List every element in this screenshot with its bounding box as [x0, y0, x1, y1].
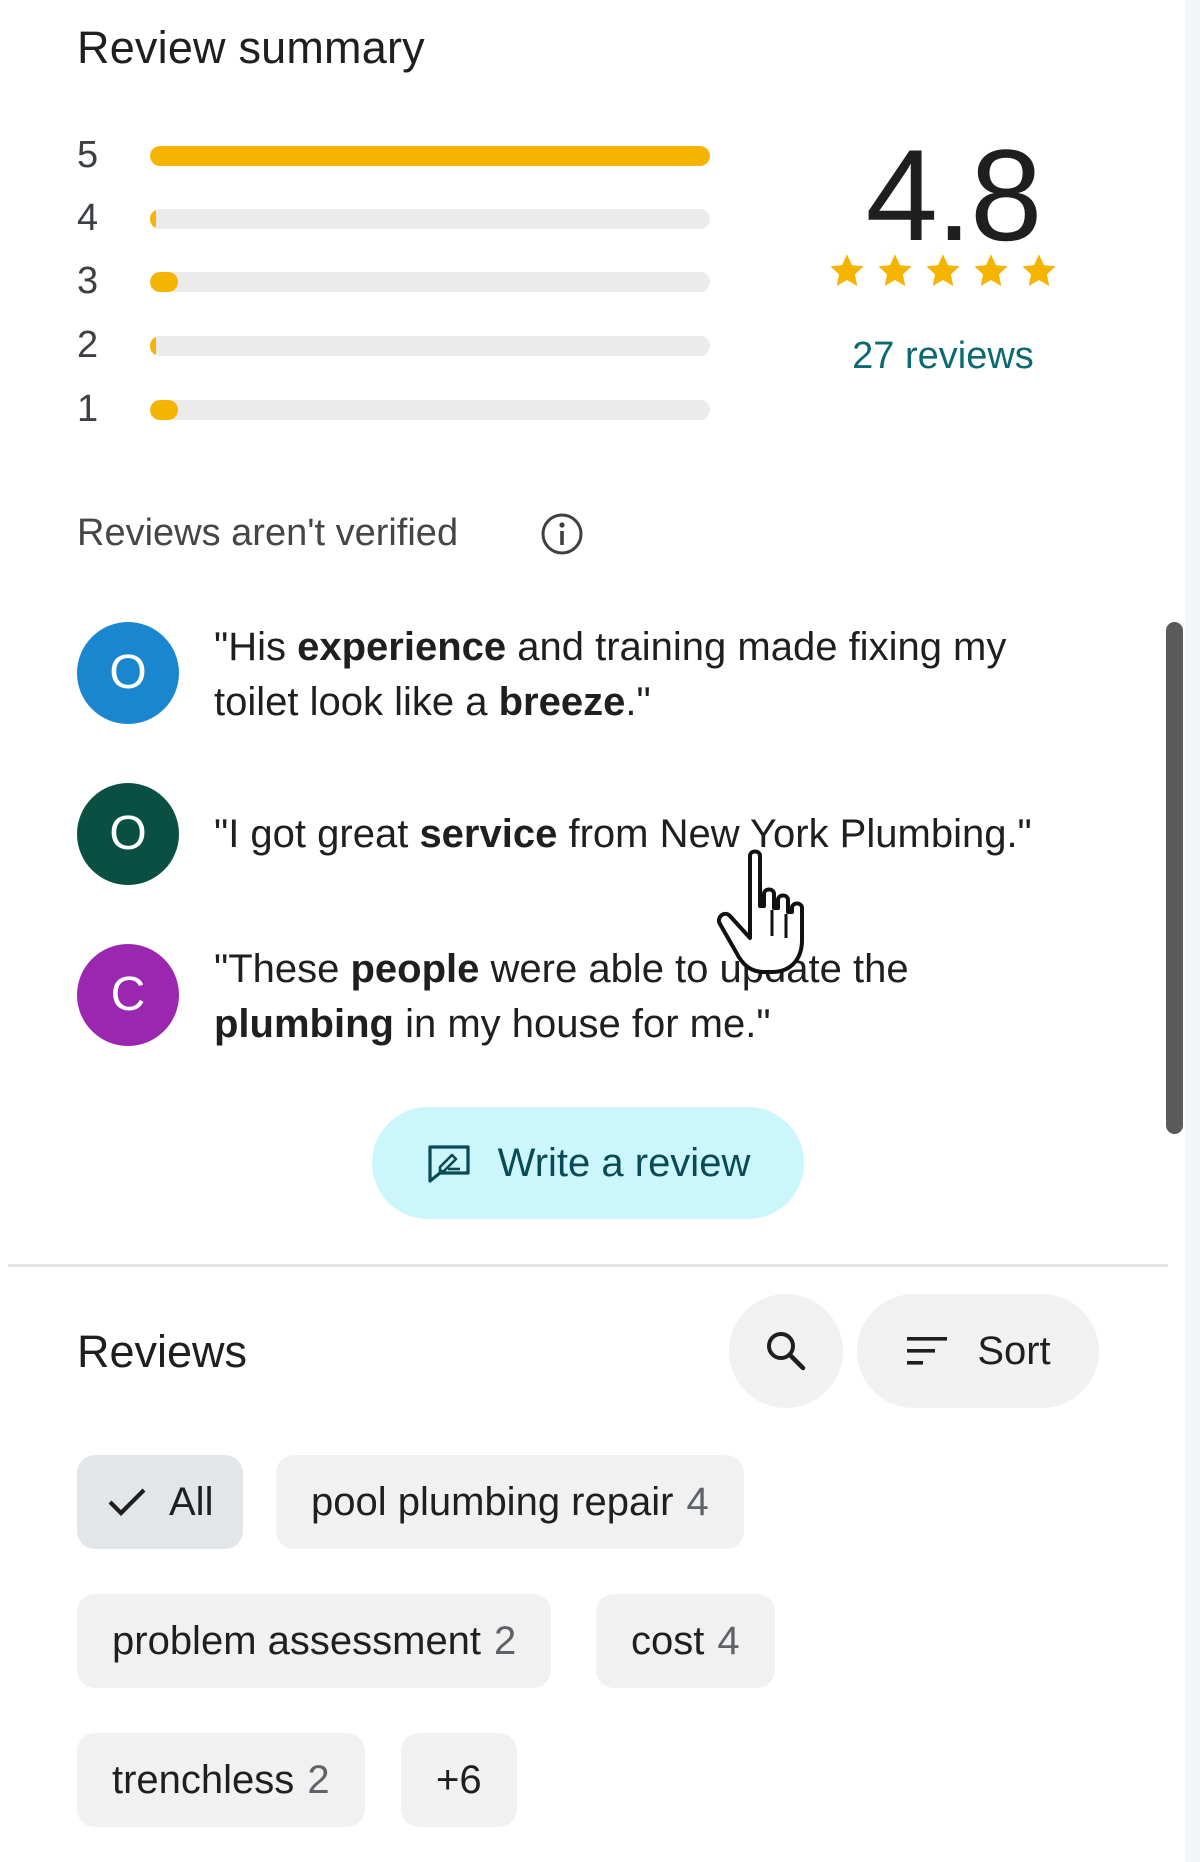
histogram-row: 1: [77, 389, 712, 429]
search-reviews-button[interactable]: [729, 1294, 843, 1408]
highlight-keyword: breeze: [498, 680, 626, 724]
sort-label: Sort: [977, 1328, 1051, 1373]
review-summary-title: Review summary: [77, 22, 425, 73]
reviews-title: Reviews: [77, 1326, 248, 1377]
chip-label: cost: [631, 1618, 705, 1663]
chip-count: 2: [494, 1618, 517, 1663]
histogram-star-label: 2: [77, 324, 99, 366]
write-review-label: Write a review: [497, 1140, 751, 1185]
chip-label: All: [169, 1479, 214, 1524]
star-icon: [974, 254, 1008, 287]
histogram-bar: [150, 146, 710, 166]
highlight-text-part: were able to update the: [479, 947, 909, 991]
star-icon: [926, 254, 960, 287]
avatar: O: [77, 622, 179, 724]
highlight-keyword: service: [419, 812, 558, 856]
chip-label: pool plumbing repair: [311, 1479, 674, 1524]
search-icon: [767, 1332, 806, 1371]
chip-count: 4: [717, 1618, 740, 1663]
highlight-text-part: .": [625, 680, 651, 724]
write-review-button[interactable]: Write a review: [372, 1107, 804, 1219]
rating-stars: [828, 252, 1058, 290]
highlight-keyword: people: [350, 947, 480, 991]
histogram-track: [150, 146, 710, 166]
highlight-keyword: experience: [297, 625, 507, 669]
histogram-star-label: 5: [77, 134, 99, 176]
highlight-text-part: in my house for me.": [393, 1002, 771, 1046]
avatar: O: [77, 783, 179, 885]
histogram-track: [150, 336, 710, 356]
highlight-text-part: "These: [214, 947, 351, 991]
star-icon: [1022, 254, 1056, 287]
info-icon[interactable]: [540, 512, 584, 556]
sort-icon: [907, 1337, 948, 1365]
histogram-row: 5: [77, 135, 712, 175]
avatar: C: [77, 944, 179, 1046]
histogram-star-label: 3: [77, 260, 99, 302]
histogram-bar: [150, 336, 156, 356]
histogram-track: [150, 400, 710, 420]
highlight-text-part: "His: [214, 625, 298, 669]
chip-count: 4: [686, 1479, 709, 1524]
topic-chip[interactable]: cost 4: [596, 1594, 775, 1688]
review-highlight-text: "His experience and training made fixing…: [214, 620, 1084, 730]
reviews-unverified-label: Reviews aren't verified: [77, 512, 459, 554]
topic-chip[interactable]: problem assessment 2: [77, 1594, 552, 1688]
hand-pointer-icon: [717, 849, 804, 974]
check-icon: [108, 1488, 146, 1516]
histogram-star-label: 4: [77, 197, 99, 239]
edit-review-icon: [428, 1145, 470, 1183]
chip-label: +6: [436, 1757, 482, 1802]
review-panel: Review summary 5 4 3 2 1 4.8 27 reviews Revi…: [0, 0, 1185, 1862]
histogram-row: 3: [77, 261, 712, 301]
average-rating: 4.8: [865, 122, 1043, 268]
topic-chip[interactable]: trenchless 2: [77, 1733, 365, 1827]
chip-label: problem assessment: [112, 1618, 482, 1663]
topic-chip[interactable]: +6: [401, 1733, 517, 1827]
histogram-track: [150, 209, 710, 229]
review-highlight-text: "I got great service from New York Plumb…: [214, 807, 1084, 862]
scrollbar-thumb[interactable]: [1166, 622, 1183, 1134]
topic-chip[interactable]: pool plumbing repair 4: [276, 1455, 744, 1549]
histogram-row: 2: [77, 325, 712, 365]
highlight-keyword: plumbing: [214, 1002, 394, 1046]
chip-count: 2: [307, 1757, 330, 1802]
histogram-track: [150, 272, 710, 292]
histogram-bar: [150, 400, 178, 420]
review-count-link[interactable]: 27 reviews: [828, 335, 1058, 378]
section-divider: [8, 1264, 1168, 1267]
star-icon: [878, 254, 912, 287]
review-highlight-text: "These people were able to update the pl…: [214, 942, 1084, 1052]
page-edge: [1185, 0, 1200, 1862]
highlight-text-part: "I got great: [214, 812, 420, 856]
histogram-star-label: 1: [77, 388, 99, 430]
sort-button[interactable]: Sort: [857, 1294, 1099, 1408]
histogram-bar: [150, 209, 156, 229]
histogram-bar: [150, 272, 178, 292]
chip-label: trenchless: [112, 1757, 295, 1802]
star-icon: [830, 254, 864, 287]
histogram-row: 4: [77, 198, 712, 238]
topic-chip[interactable]: All: [77, 1455, 244, 1549]
